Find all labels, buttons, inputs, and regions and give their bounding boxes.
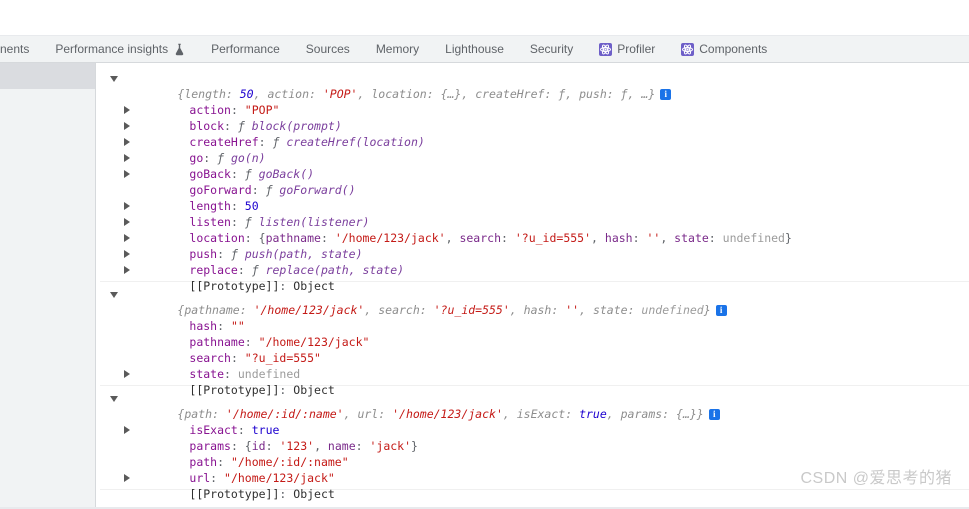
disclosure-triangle-right-icon[interactable] [124,474,130,482]
tab-profiler[interactable]: Profiler [586,36,668,62]
tab-performance-insights[interactable]: Performance insights [42,36,198,62]
object-property-row[interactable]: block: ƒ block(prompt) [100,102,969,133]
tab-label: Performance [211,41,280,56]
disclosure-triangle-right-icon[interactable] [124,202,130,210]
tab-performance[interactable]: Performance [198,36,293,62]
disclosure-triangle-right-icon[interactable] [124,122,130,130]
sidebar-item-selected[interactable] [0,63,95,89]
object-prototype-row[interactable]: [[Prototype]]: Object [100,262,969,293]
object-property-row: state: undefined [189,367,301,381]
disclosure-triangle-right-icon[interactable] [124,170,130,178]
object-preview-header[interactable]: {pathname: '/home/123/jack', search: '?u… [100,286,969,317]
tab-label: Memory [375,41,420,56]
disclosure-triangle-right-icon[interactable] [124,250,130,258]
react-logo-icon [681,42,695,56]
csdn-watermark: CSDN @爱思考的猪 [800,470,952,487]
browser-viewport-blank [0,0,969,36]
object-property-row[interactable]: push: ƒ push(path, state) [100,230,969,261]
disclosure-triangle-right-icon[interactable] [124,218,130,226]
react-logo-icon [599,42,613,56]
prototype-key: [[Prototype]] [189,487,280,501]
object-property-row: length: 50 [189,199,259,213]
tab-label: Components [699,41,768,56]
console-message-history: {length: 50, action: 'POP', location: {…… [100,63,969,293]
tab-label: Profiler [617,41,656,56]
console-output: {length: 50, action: 'POP', location: {…… [100,63,969,509]
disclosure-triangle-right-icon[interactable] [124,370,130,378]
tab-sources[interactable]: Sources [293,36,363,62]
prototype-value: Object [293,487,335,501]
object-preview-header[interactable]: {path: '/home/:id/:name', url: '/home/12… [100,390,969,421]
object-property-row[interactable]: go: ƒ go(n) [100,134,969,165]
tab-label: Performance insights [55,41,169,56]
disclosure-triangle-right-icon[interactable] [124,138,130,146]
tab-memory[interactable]: Memory [363,36,432,62]
tab-elements[interactable]: nents [0,36,42,62]
console-sidebar[interactable] [0,63,96,509]
object-property-row: search: "?u_id=555" [189,351,321,365]
disclosure-triangle-down-icon[interactable] [110,396,118,402]
object-property-row: isExact: true [189,423,280,437]
object-property-row: pathname: "/home/123/jack" [189,335,370,349]
disclosure-triangle-down-icon[interactable] [110,76,118,82]
flask-icon [174,43,185,56]
object-prototype-row[interactable]: [[Prototype]]: Object [100,366,969,397]
tab-label: Security [529,41,574,56]
object-property-row[interactable]: params: {id: '123', name: 'jack'} [100,422,969,453]
tab-components[interactable]: Components [668,36,780,62]
tab-security[interactable]: Security [517,36,586,62]
disclosure-triangle-right-icon[interactable] [124,106,130,114]
object-property-row: path: "/home/:id/:name" [189,455,349,469]
object-property-row: hash: "" [189,319,245,333]
disclosure-triangle-right-icon[interactable] [124,426,130,434]
devtools-tabbar: nents Performance insights Performance S… [0,36,969,63]
object-property-row: action: "POP" [189,103,280,117]
tab-label: Lighthouse [445,41,504,56]
disclosure-triangle-down-icon[interactable] [110,292,118,298]
object-preview-header[interactable]: {length: 50, action: 'POP', location: {…… [100,70,969,101]
console-message-location: {pathname: '/home/123/jack', search: '?u… [100,282,969,397]
object-property-row[interactable]: listen: ƒ listen(listener) [100,198,969,229]
object-property-row[interactable]: location: {pathname: '/home/123/jack', s… [100,214,969,245]
object-property-row[interactable]: createHref: ƒ createHref(location) [100,118,969,149]
tab-label: Sources [305,41,350,56]
disclosure-triangle-right-icon[interactable] [124,154,130,162]
disclosure-triangle-right-icon[interactable] [124,234,130,242]
tab-lighthouse[interactable]: Lighthouse [432,36,517,62]
disclosure-triangle-right-icon[interactable] [124,266,130,274]
object-property-row[interactable]: replace: ƒ replace(path, state) [100,246,969,277]
object-property-row[interactable]: goForward: ƒ goForward() [100,166,969,197]
tab-label: nents [0,41,30,56]
object-property-row[interactable]: goBack: ƒ goBack() [100,150,969,181]
devtools-main: {length: 50, action: 'POP', location: {…… [0,63,969,509]
